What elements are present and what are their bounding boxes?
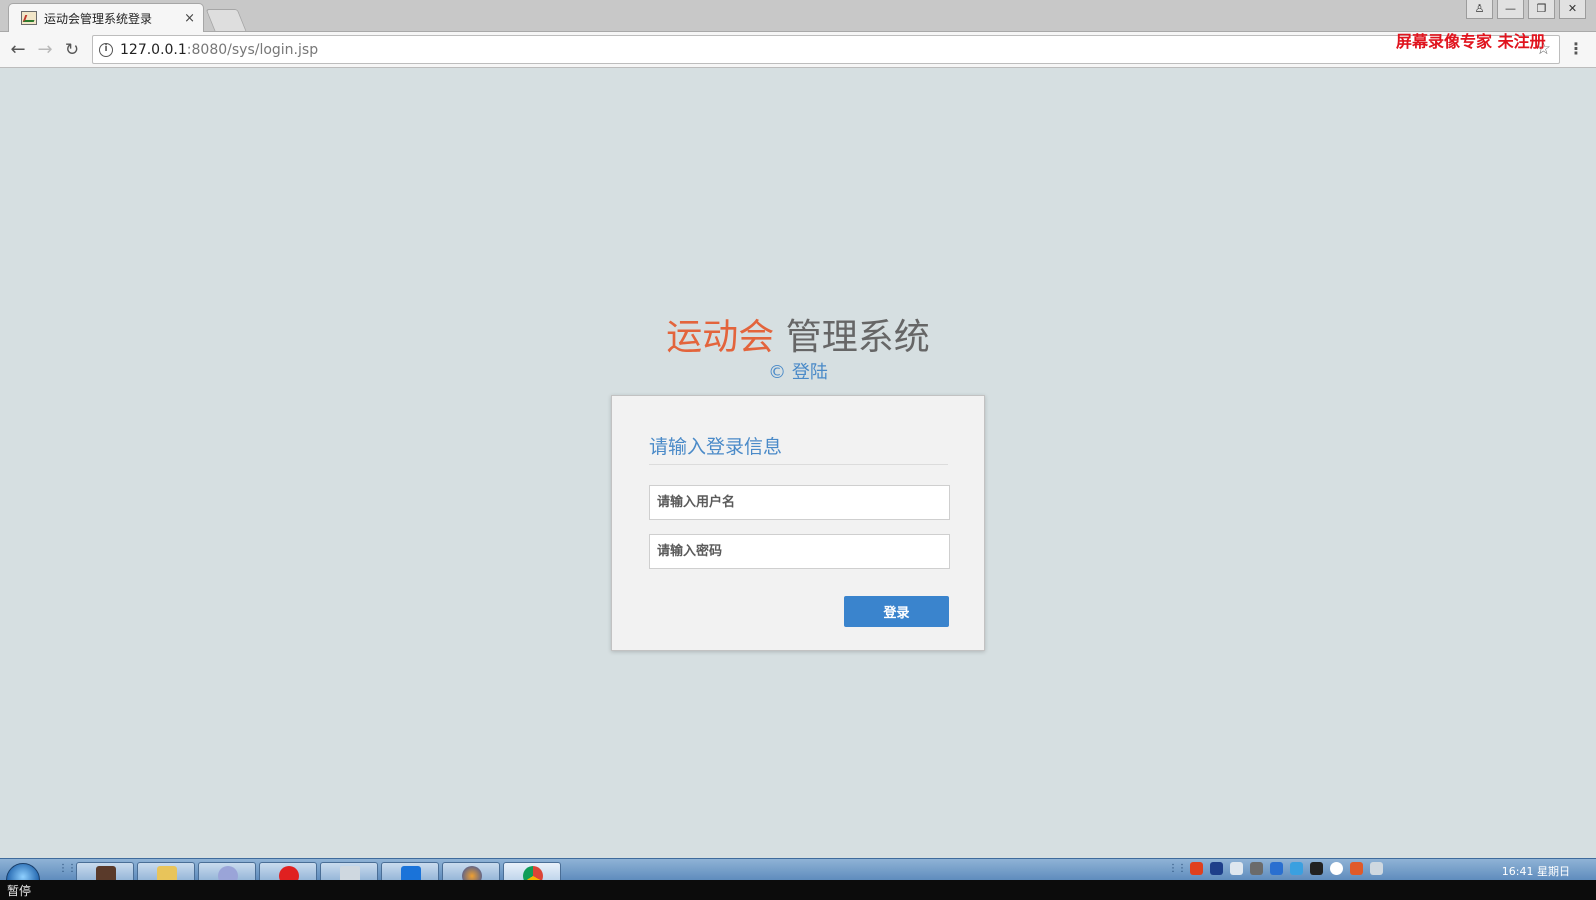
- login-card: 请输入登录信息 登录: [611, 395, 985, 651]
- page-favicon-icon: [21, 11, 37, 25]
- address-bar[interactable]: i 127.0.0.1:8080/sys/login.jsp ☆: [92, 35, 1560, 64]
- forward-arrow-icon[interactable]: →: [33, 38, 57, 62]
- info-icon[interactable]: i: [99, 42, 113, 57]
- notepad-icon: [340, 866, 360, 880]
- recorder-statusbar: 暂停: [0, 880, 1596, 900]
- recorder-status: 暂停: [7, 884, 32, 898]
- firefox-icon: [462, 866, 482, 880]
- username-input[interactable]: [649, 485, 950, 520]
- taskbar-grip-icon: ⋮⋮: [58, 863, 77, 874]
- tray-grip-icon: ⋮⋮: [1168, 863, 1187, 874]
- system-tray: [1190, 862, 1383, 875]
- taskbar-app-notepad[interactable]: [320, 862, 378, 880]
- blue-tray-icon[interactable]: [1270, 862, 1283, 875]
- blue-app-icon: [401, 866, 421, 880]
- tool-icon[interactable]: [1250, 862, 1263, 875]
- user-icon[interactable]: ♙: [1466, 0, 1493, 19]
- java-ide-icon: [96, 866, 116, 880]
- window-controls: ♙ — ❐ ✕: [1462, 0, 1586, 19]
- tab-strip: 运动会管理系统登录 × ♙ — ❐ ✕: [0, 0, 1596, 32]
- address-url: 127.0.0.1:8080/sys/login.jsp: [120, 42, 318, 58]
- chrome-icon: [523, 866, 543, 880]
- address-path: :8080/sys/login.jsp: [186, 41, 319, 58]
- os-taskbar: ⋮⋮ ⋮⋮ 16:41 星期日: [0, 858, 1596, 880]
- help-icon[interactable]: [1210, 862, 1223, 875]
- input-method-icon[interactable]: [1190, 862, 1203, 875]
- taskbar-app-firefox[interactable]: [442, 862, 500, 880]
- page-title-accent: 运动会: [666, 317, 775, 358]
- page-title: 运动会 管理系统: [0, 308, 1596, 360]
- login-heading: 请输入登录信息: [649, 432, 948, 465]
- taskbar-app-blue-app[interactable]: [381, 862, 439, 880]
- password-input[interactable]: [649, 534, 950, 569]
- page-subtitle: © 登陆: [768, 362, 828, 383]
- taskbar-app-red-app[interactable]: [259, 862, 317, 880]
- recorder-watermark: 屏幕录像专家 未注册: [1396, 32, 1546, 51]
- tab-title: 运动会管理系统登录: [44, 11, 153, 26]
- browser-menu-icon[interactable]: ⋮: [1568, 39, 1584, 59]
- new-tab-button[interactable]: [205, 9, 247, 31]
- qq-icon[interactable]: [1310, 862, 1323, 875]
- ink-tool-icon: [218, 866, 238, 880]
- taskbar-app-chrome[interactable]: [503, 862, 561, 880]
- folder-icon: [157, 866, 177, 880]
- back-arrow-icon[interactable]: ←: [6, 38, 30, 62]
- red-app-icon: [279, 866, 299, 880]
- speaker-icon[interactable]: [1370, 862, 1383, 875]
- security-icon[interactable]: [1350, 862, 1363, 875]
- start-button-icon[interactable]: [6, 863, 40, 880]
- tab-active[interactable]: 运动会管理系统登录 ×: [8, 3, 204, 32]
- taskbar-app-java-ide[interactable]: [76, 862, 134, 880]
- tab-close-icon[interactable]: ×: [184, 12, 195, 25]
- taskbar-app-file-explorer[interactable]: [137, 862, 195, 880]
- taskbar-clock[interactable]: 16:41 星期日: [1502, 863, 1570, 879]
- minimize-icon[interactable]: —: [1497, 0, 1524, 19]
- restore-icon[interactable]: ❐: [1528, 0, 1555, 19]
- cloud-icon[interactable]: [1290, 862, 1303, 875]
- browser-toolbar: ← → ↻ i 127.0.0.1:8080/sys/login.jsp ☆ ⋮: [0, 32, 1596, 68]
- taskbar-app-ink-tool[interactable]: [198, 862, 256, 880]
- display-icon[interactable]: [1230, 862, 1243, 875]
- reload-icon[interactable]: ↻: [60, 38, 84, 62]
- network-icon[interactable]: [1330, 862, 1343, 875]
- address-host: 127.0.0.1: [120, 41, 187, 58]
- login-button[interactable]: 登录: [844, 596, 949, 627]
- page-title-rest: 管理系统: [785, 317, 930, 358]
- close-icon[interactable]: ✕: [1559, 0, 1586, 19]
